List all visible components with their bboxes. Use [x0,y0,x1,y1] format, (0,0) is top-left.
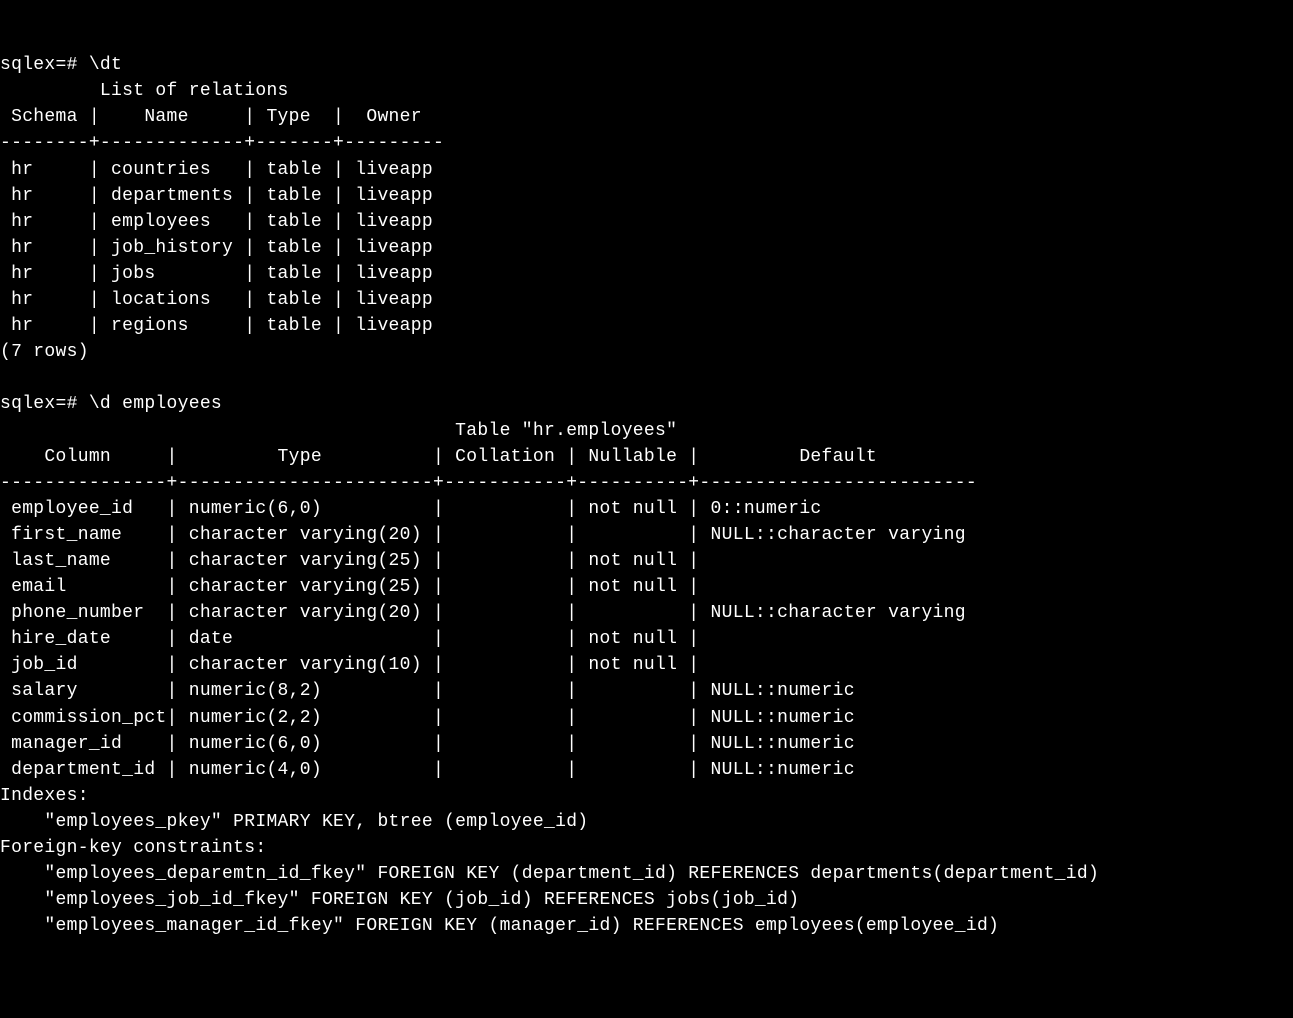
relations-divider: --------+-------------+-------+--------- [0,133,444,153]
table-header: Column | Type | Collation | Nullable | D… [0,447,877,467]
fk-line: "employees_deparemtn_id_fkey" FOREIGN KE… [0,864,1099,884]
fk-label: Foreign-key constraints: [0,838,266,858]
table-row: first_name | character varying(20) | | |… [0,525,966,545]
table-row: hr | job_history | table | liveapp [0,238,433,258]
table-row: manager_id | numeric(6,0) | | | NULL::nu… [0,734,855,754]
prompt-line-1: sqlex=# \dt [0,55,122,75]
table-row: employee_id | numeric(6,0) | | not null … [0,499,822,519]
table-divider: ---------------+-----------------------+… [0,473,977,493]
table-row: job_id | character varying(10) | | not n… [0,655,699,675]
table-row: hire_date | date | | not null | [0,629,699,649]
table-row: hr | regions | table | liveapp [0,316,433,336]
table-row: phone_number | character varying(20) | |… [0,603,966,623]
table-row: salary | numeric(8,2) | | | NULL::numeri… [0,681,855,701]
index-line: "employees_pkey" PRIMARY KEY, btree (emp… [0,812,588,832]
prompt-line-2: sqlex=# \d employees [0,394,222,414]
indexes-label: Indexes: [0,786,89,806]
table-row: last_name | character varying(25) | | no… [0,551,699,571]
table-row: hr | employees | table | liveapp [0,212,433,232]
table-row: hr | jobs | table | liveapp [0,264,433,284]
table-row: hr | countries | table | liveapp [0,160,433,180]
fk-line: "employees_manager_id_fkey" FOREIGN KEY … [0,916,999,936]
fk-line: "employees_job_id_fkey" FOREIGN KEY (job… [0,890,799,910]
row-count: (7 rows) [0,342,89,362]
relations-title: List of relations [0,81,289,101]
table-row: hr | locations | table | liveapp [0,290,433,310]
table-row: commission_pct| numeric(2,2) | | | NULL:… [0,708,855,728]
table-row: department_id | numeric(4,0) | | | NULL:… [0,760,855,780]
table-row: hr | departments | table | liveapp [0,186,433,206]
terminal-output[interactable]: sqlex=# \dt List of relations Schema | N… [0,52,1293,939]
table-row: email | character varying(25) | | not nu… [0,577,699,597]
relations-header: Schema | Name | Type | Owner [0,107,422,127]
table-title: Table "hr.employees" [0,421,677,441]
